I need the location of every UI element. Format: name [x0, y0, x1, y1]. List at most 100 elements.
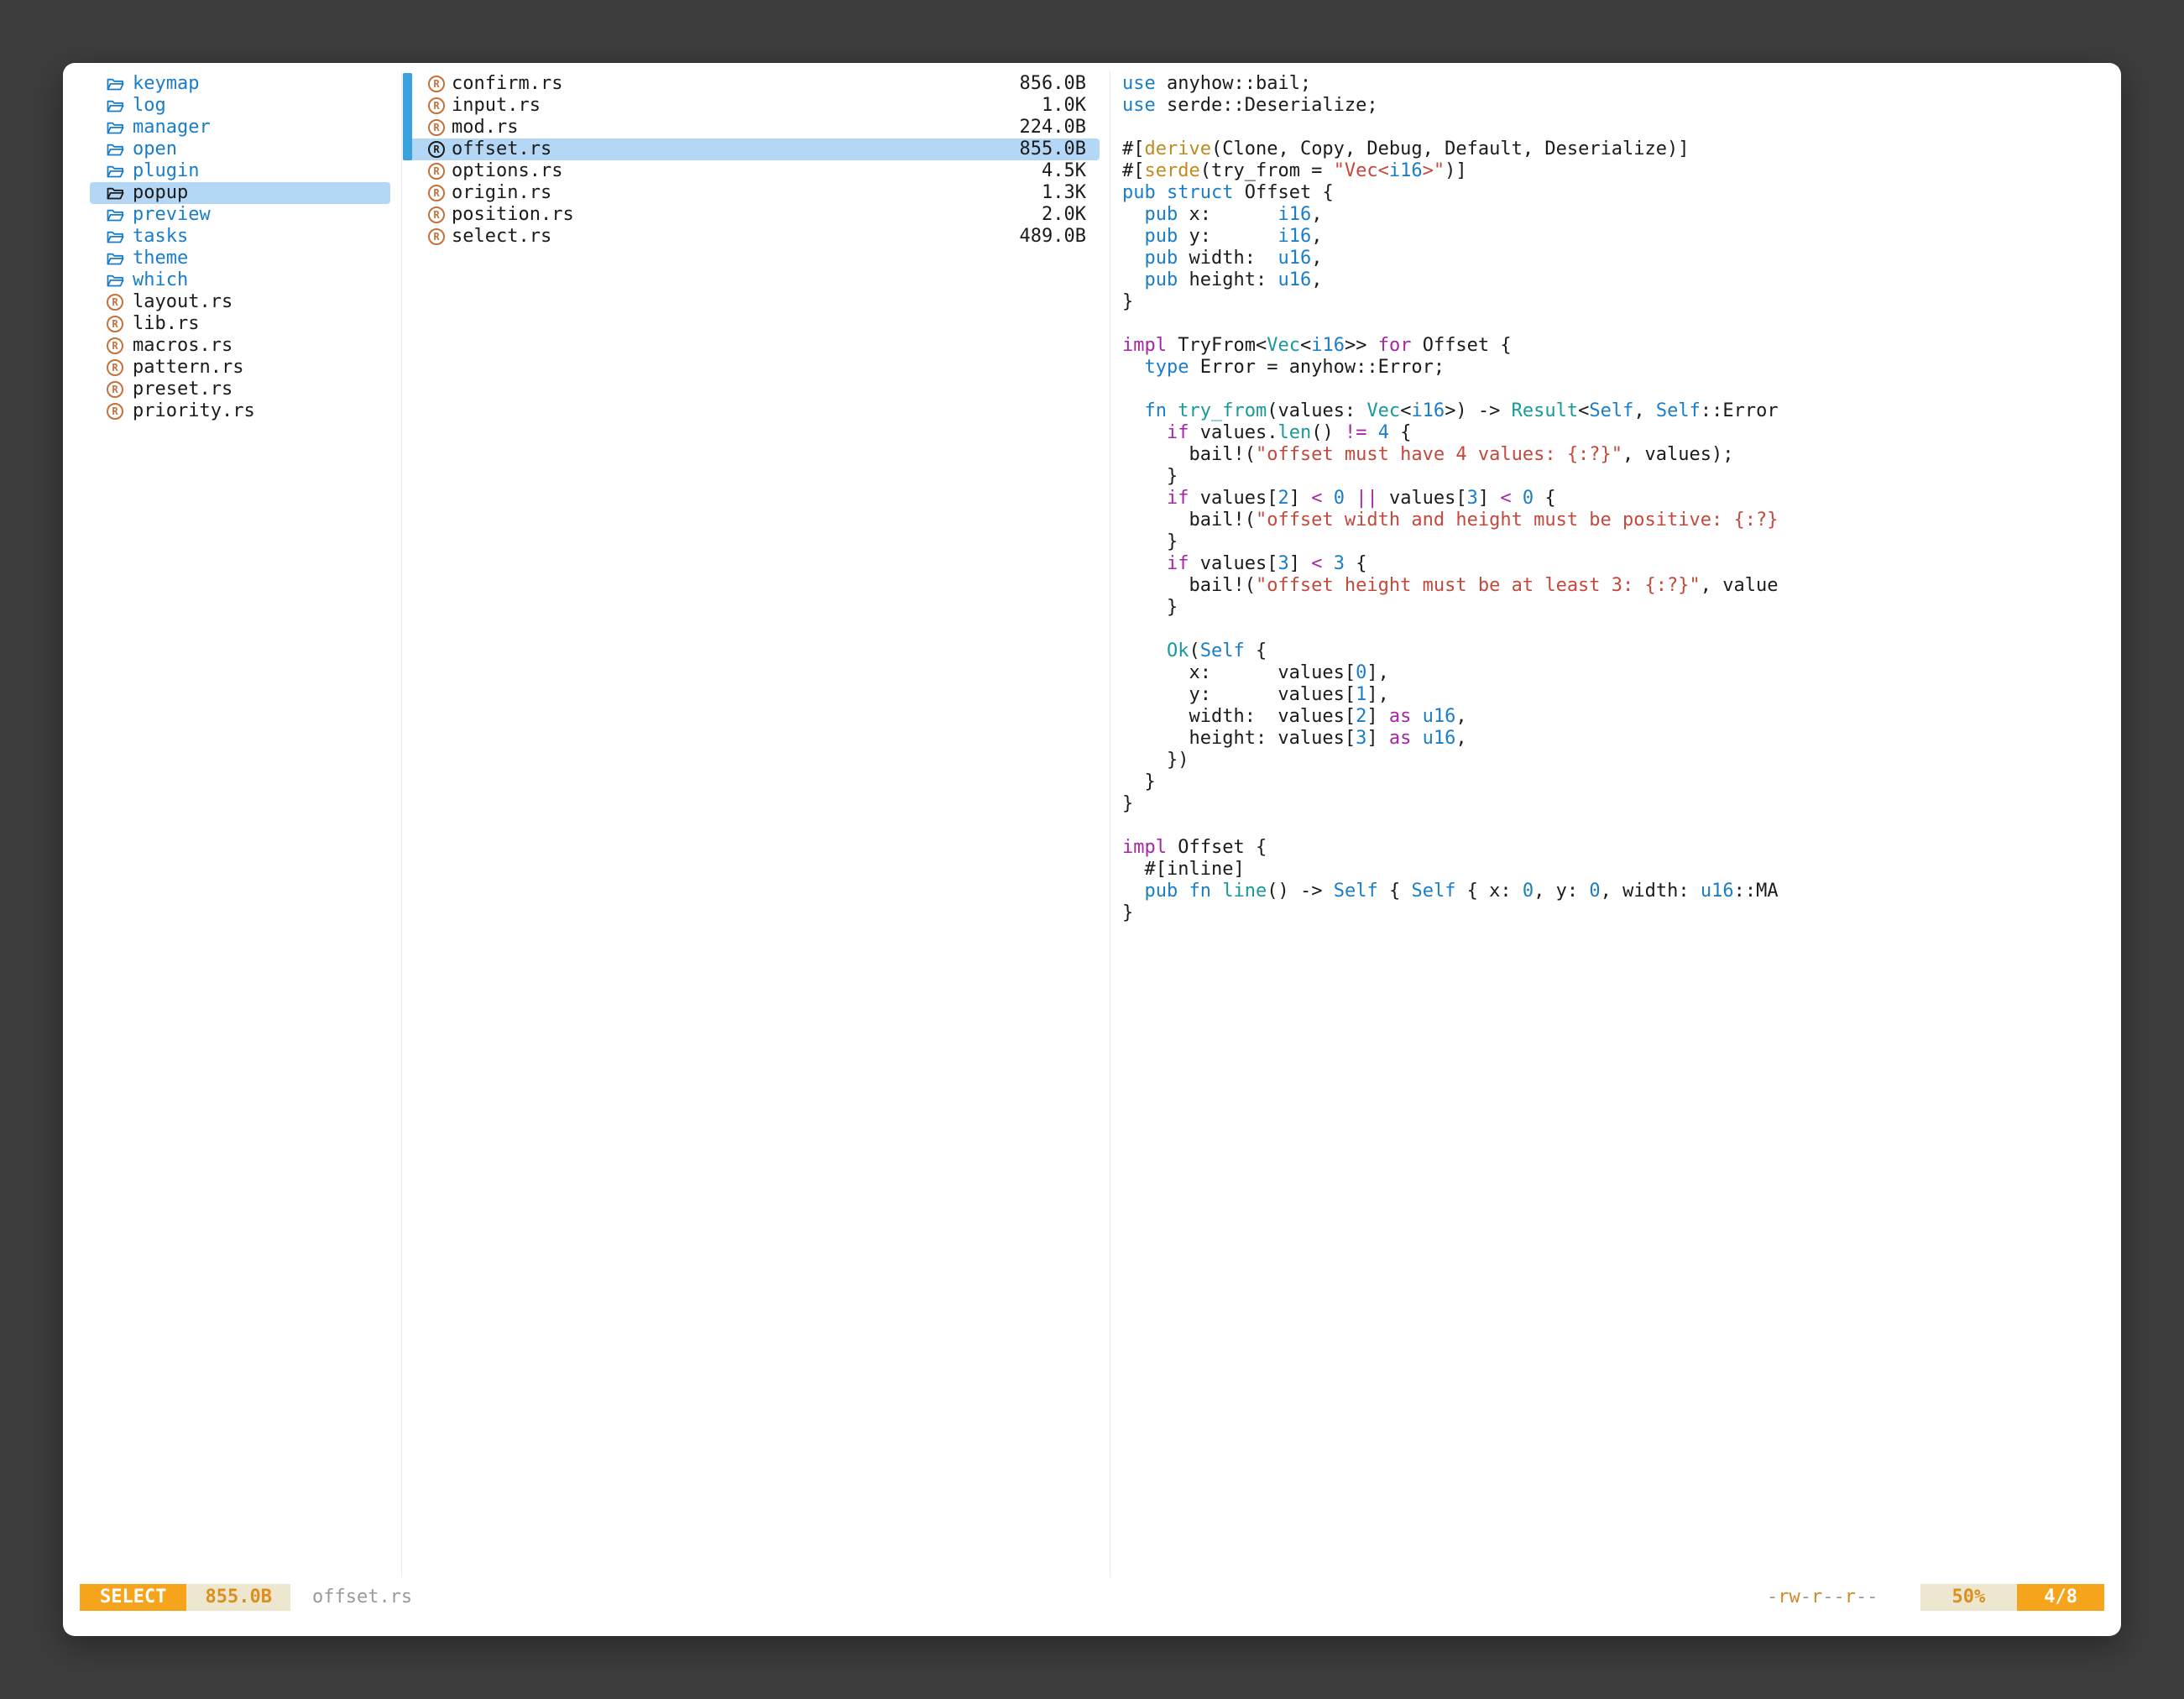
file-row-confirm-rs[interactable]: confirm.rs 856.0B [403, 73, 1100, 95]
file-preview-pane: use anyhow::bail;use serde::Deserialize;… [1122, 73, 1790, 924]
rust-file-icon [428, 141, 445, 158]
cursor-position-badge: 4/8 [2017, 1584, 2104, 1611]
rust-file-icon [428, 163, 445, 180]
file-manager-window: keymaplogmanageropenpluginpopuppreviewta… [63, 63, 2121, 1636]
code-line [1122, 313, 1790, 335]
sidebar-item-label: plugin [133, 160, 199, 182]
file-row-offset-rs[interactable]: offset.rs 855.0B [403, 139, 1100, 160]
code-line: #[serde(try_from = "Vec<i16>")] [1122, 160, 1790, 182]
sidebar-item-theme[interactable]: theme [90, 248, 390, 269]
sidebar-item-label: keymap [133, 73, 199, 95]
hovered-file-name: offset.rs [312, 1584, 412, 1611]
rust-file-icon [107, 316, 123, 332]
sidebar-item-preview[interactable]: preview [90, 204, 390, 226]
code-line [1122, 117, 1790, 139]
code-line: bail!("offset width and height must be p… [1122, 510, 1790, 531]
sidebar-item-which[interactable]: which [90, 269, 390, 291]
file-name: position.rs [452, 204, 574, 226]
code-line: impl Offset { [1122, 837, 1790, 859]
file-size: 4.5K [1042, 160, 1086, 182]
sidebar-item-tasks[interactable]: tasks [90, 226, 390, 248]
code-line [1122, 815, 1790, 837]
code-line: } [1122, 291, 1790, 313]
sidebar-item-popup[interactable]: popup [90, 182, 390, 204]
sidebar-item-label: pattern.rs [133, 357, 243, 379]
status-bar: SELECT 855.0B offset.rs -rw-r--r-- 50% 4… [80, 1584, 2104, 1611]
code-line: } [1122, 597, 1790, 619]
sidebar-item-open[interactable]: open [90, 139, 390, 160]
code-line: Ok(Self { [1122, 640, 1790, 662]
code-line: if values.len() != 4 { [1122, 422, 1790, 444]
file-row-position-rs[interactable]: position.rs 2.0K [403, 204, 1100, 226]
folder-icon [107, 252, 128, 266]
folder-icon [107, 208, 128, 222]
sidebar-item-label: popup [133, 182, 188, 204]
code-line: if values[2] < 0 || values[3] < 0 { [1122, 488, 1790, 510]
file-size: 2.0K [1042, 204, 1086, 226]
scroll-percent-badge: 50% [1920, 1584, 2018, 1611]
file-size: 224.0B [1020, 117, 1086, 139]
sidebar-item-manager[interactable]: manager [90, 117, 390, 139]
file-name: mod.rs [452, 117, 518, 139]
sidebar-item-pattern-rs[interactable]: pattern.rs [90, 357, 390, 379]
file-size: 489.0B [1020, 226, 1086, 248]
file-row-input-rs[interactable]: input.rs 1.0K [403, 95, 1100, 117]
code-line: fn try_from(values: Vec<i16>) -> Result<… [1122, 400, 1790, 422]
file-rows: confirm.rs 856.0B input.rs 1.0K mod.rs 224.0B… [403, 73, 1100, 248]
folder-icon [107, 99, 128, 113]
sidebar-item-priority-rs[interactable]: priority.rs [90, 400, 390, 422]
code-line: use anyhow::bail; [1122, 73, 1790, 95]
rust-file-icon [428, 119, 445, 136]
parent-directory-pane: keymaplogmanageropenpluginpopuppreviewta… [90, 73, 390, 422]
mode-badge: SELECT [80, 1584, 186, 1611]
rust-file-icon [107, 337, 128, 354]
folder-icon [107, 165, 128, 179]
code-line: if values[3] < 3 { [1122, 553, 1790, 575]
file-name: input.rs [452, 95, 541, 117]
rust-file-icon [107, 381, 128, 398]
code-line: }) [1122, 750, 1790, 771]
file-name: options.rs [452, 160, 562, 182]
code-line: type Error = anyhow::Error; [1122, 357, 1790, 379]
rust-file-icon [428, 206, 445, 223]
code-line: pub struct Offset { [1122, 182, 1790, 204]
code-line: #[derive(Clone, Copy, Debug, Default, De… [1122, 139, 1790, 160]
sidebar-item-layout-rs[interactable]: layout.rs [90, 291, 390, 313]
status-right-group: -rw-r--r-- 50% 4/8 [1767, 1584, 2104, 1611]
sidebar-item-label: layout.rs [133, 291, 233, 313]
pane-separator-left [401, 71, 402, 1577]
file-name: offset.rs [452, 139, 551, 160]
file-row-options-rs[interactable]: options.rs 4.5K [403, 160, 1100, 182]
code-line: #[inline] [1122, 859, 1790, 881]
file-size: 856.0B [1020, 73, 1086, 95]
file-size: 1.0K [1042, 95, 1086, 117]
sidebar-item-label: theme [133, 248, 188, 269]
sidebar-item-log[interactable]: log [90, 95, 390, 117]
sidebar-item-label: lib.rs [133, 313, 199, 335]
code-line [1122, 379, 1790, 400]
sidebar-item-label: preset.rs [133, 379, 233, 400]
sidebar-item-keymap[interactable]: keymap [90, 73, 390, 95]
file-size: 855.0B [1020, 139, 1086, 160]
sidebar-item-lib-rs[interactable]: lib.rs [90, 313, 390, 335]
code-line [1122, 619, 1790, 640]
code-line: x: values[0], [1122, 662, 1790, 684]
code-line: pub width: u16, [1122, 248, 1790, 269]
file-name: confirm.rs [452, 73, 562, 95]
code-line: impl TryFrom<Vec<i16>> for Offset { [1122, 335, 1790, 357]
code-line: y: values[1], [1122, 684, 1790, 706]
code-line: pub fn line() -> Self { Self { x: 0, y: … [1122, 881, 1790, 902]
code-line: } [1122, 771, 1790, 793]
sidebar-item-plugin[interactable]: plugin [90, 160, 390, 182]
file-row-origin-rs[interactable]: origin.rs1.3K [403, 182, 1100, 204]
folder-icon [107, 121, 128, 135]
file-row-mod-rs[interactable]: mod.rs 224.0B [403, 117, 1100, 139]
code-line: pub x: i16, [1122, 204, 1790, 226]
rust-file-icon [107, 403, 123, 420]
sidebar-item-macros-rs[interactable]: macros.rs [90, 335, 390, 357]
sidebar-item-preset-rs[interactable]: preset.rs [90, 379, 390, 400]
folder-icon [107, 143, 128, 157]
sidebar-item-label: preview [133, 204, 211, 226]
code-line: use serde::Deserialize; [1122, 95, 1790, 117]
file-row-select-rs[interactable]: select.rs489.0B [403, 226, 1100, 248]
